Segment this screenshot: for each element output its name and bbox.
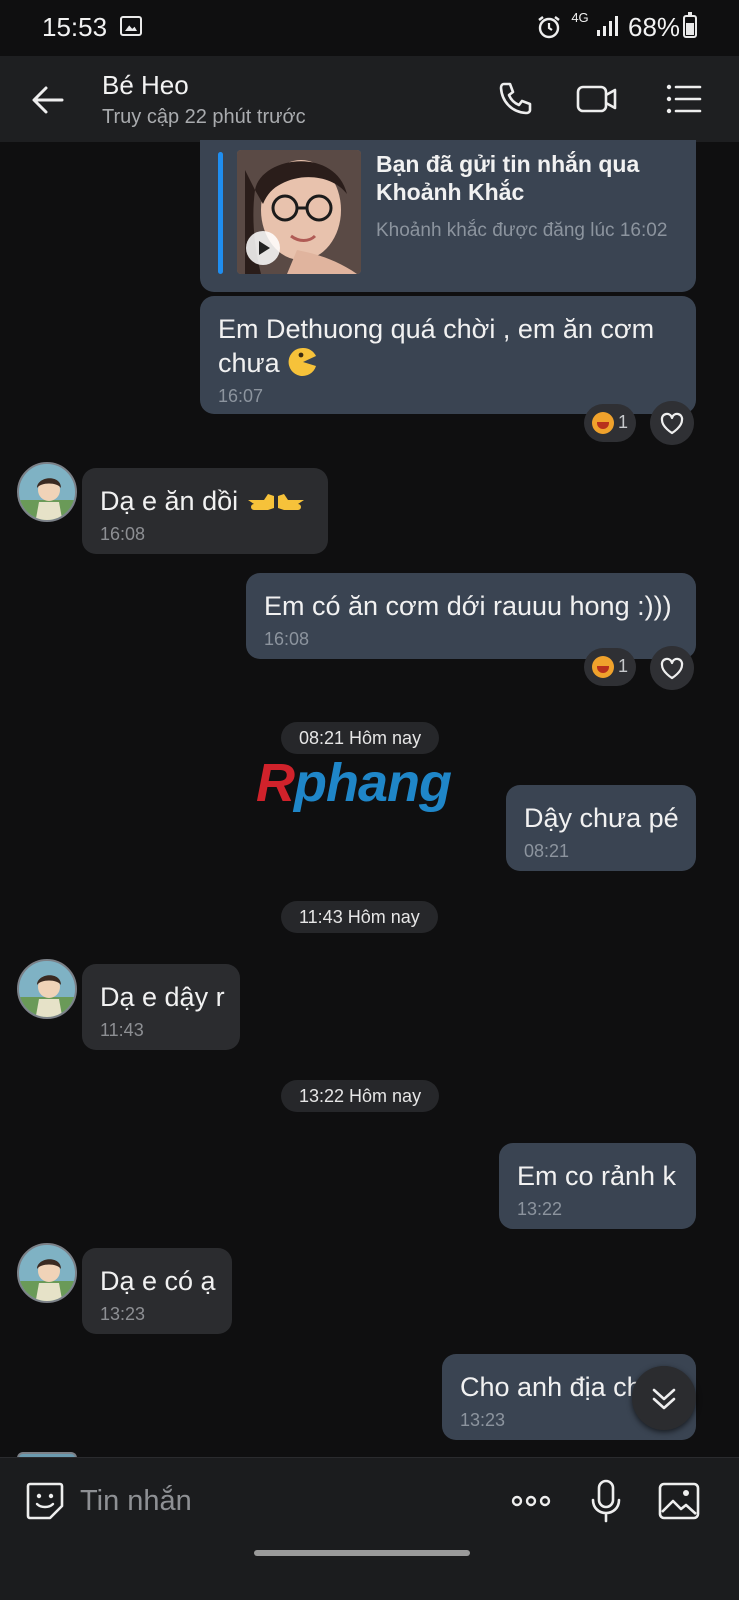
quote-accent-bar — [218, 152, 223, 274]
reaction-badge[interactable]: 1 — [584, 648, 636, 686]
message-bubble-sent[interactable]: Em có ăn cơm dới rauuu hong :))) 16:08 — [246, 573, 696, 659]
card-title: Bạn đã gửi tin nhắn qua Khoảnh Khắc — [376, 151, 640, 205]
message-text: Em có ăn cơm dới rauuu hong :))) — [264, 591, 672, 621]
message-text: Dạ e ăn dồi — [100, 486, 239, 516]
heart-icon[interactable] — [650, 401, 694, 445]
reaction-count: 1 — [618, 412, 629, 432]
status-bar: 15:53 4G 68% — [0, 0, 739, 56]
date-separator: 13:22 Hôm nay — [281, 1080, 440, 1112]
card-subtitle: Khoảnh khắc được đăng lúc 16:02 — [376, 220, 668, 241]
date-separator: 11:43 Hôm nay — [281, 901, 438, 933]
message-bubble-received[interactable]: Dạ e có ạ 13:23 — [82, 1248, 232, 1334]
contact-name[interactable]: Bé Heo — [102, 70, 189, 101]
sticker-icon[interactable] — [22, 1478, 68, 1524]
shared-moment-card[interactable]: Bạn đã gửi tin nhắn qua Khoảnh Khắc Khoả… — [200, 140, 696, 292]
message-bubble-sent[interactable]: Em Dethuong quá chời , em ăn cơm chưa 16… — [200, 296, 696, 414]
message-text: Dậy chưa pé — [524, 803, 679, 833]
play-icon[interactable] — [245, 230, 281, 266]
battery-percent: 68% — [628, 12, 681, 42]
last-seen-status: Truy cập 22 phút trước — [102, 106, 306, 128]
watermark-logo: Rphang — [256, 753, 452, 813]
video-call-icon[interactable] — [574, 76, 620, 122]
avatar[interactable] — [17, 1243, 77, 1303]
pacman-emoji-icon — [288, 347, 317, 376]
battery-icon — [683, 12, 697, 38]
status-time: 15:53 — [42, 12, 108, 42]
reaction-badge[interactable]: 1 — [584, 404, 636, 442]
laughing-emoji-icon — [592, 656, 614, 678]
message-text: Em Dethuong quá chời , em ăn cơm chưa — [218, 314, 655, 378]
message-text: Dạ e dậy r — [100, 982, 225, 1012]
message-bubble-received[interactable]: Dạ e ăn dồi 16:08 — [82, 468, 328, 554]
alarm-icon — [538, 16, 560, 39]
back-arrow-icon[interactable] — [26, 78, 70, 122]
pointing-hands-emoji-icon — [247, 494, 304, 510]
message-time: 13:23 — [100, 1304, 146, 1324]
message-time: 13:22 — [517, 1199, 563, 1219]
message-input[interactable] — [80, 1476, 480, 1526]
message-time: 08:21 — [524, 841, 570, 861]
message-time: 11:43 — [100, 1020, 144, 1040]
gallery-icon — [120, 16, 142, 36]
network-type: 4G — [571, 10, 589, 25]
avatar[interactable] — [17, 959, 77, 1019]
microphone-icon[interactable] — [583, 1478, 629, 1524]
scroll-down-icon[interactable] — [632, 1366, 696, 1430]
heart-icon[interactable] — [650, 646, 694, 690]
message-bubble-received[interactable]: Dạ e dậy r 11:43 — [82, 964, 240, 1050]
message-bubble-sent[interactable]: Em co rảnh k 13:22 — [499, 1143, 696, 1229]
composer-bar — [0, 1457, 739, 1600]
phone-icon[interactable] — [492, 76, 538, 122]
message-bubble-sent[interactable]: Dậy chưa pé 08:21 — [506, 785, 696, 871]
chat-header: Bé Heo Truy cập 22 phút trước — [0, 56, 739, 142]
message-text: Dạ e có ạ — [100, 1266, 216, 1296]
message-time: 16:08 — [264, 629, 310, 649]
signal-icon — [597, 16, 618, 36]
avatar[interactable] — [17, 462, 77, 522]
message-text: Em co rảnh k — [517, 1161, 677, 1191]
reaction-count: 1 — [618, 656, 629, 676]
laughing-emoji-icon — [592, 412, 614, 434]
message-time: 16:08 — [100, 524, 146, 544]
image-icon[interactable] — [656, 1478, 702, 1524]
more-icon[interactable] — [508, 1478, 554, 1524]
menu-list-icon[interactable] — [660, 76, 706, 122]
home-indicator[interactable] — [254, 1550, 470, 1556]
date-separator: 08:21 Hôm nay — [281, 722, 440, 754]
